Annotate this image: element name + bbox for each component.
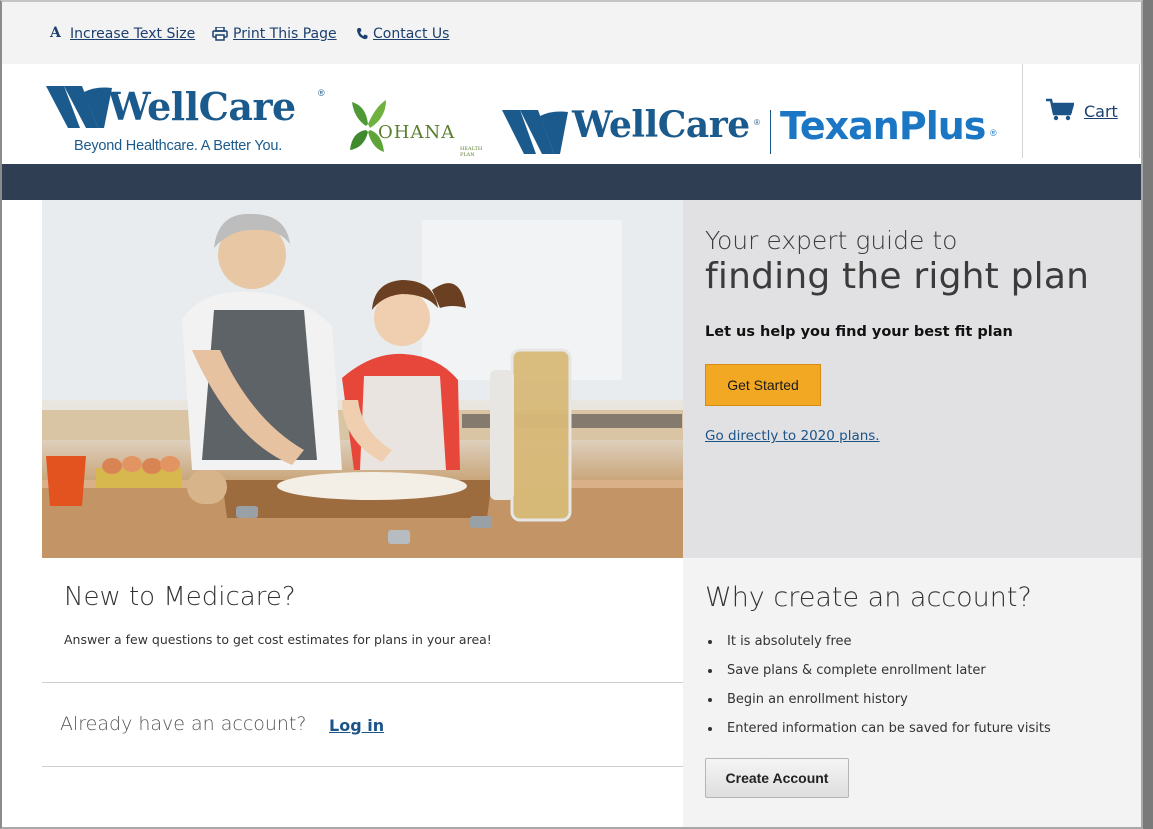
go-to-2020-plans-link[interactable]: Go directly to 2020 plans. [705,428,880,444]
get-started-button[interactable]: Get Started [705,364,821,406]
hero-image [42,200,683,558]
texanplus-logo[interactable]: WellCare ® TexanPlus ® [502,104,1012,164]
wellcare-wordmark: WellCare [108,84,296,129]
header-divider [1139,64,1140,158]
new-to-medicare-description: Answer a few questions to get cost estim… [64,632,492,647]
header: WellCare ® Beyond Healthcare. A Better Y… [2,64,1141,164]
ohana-subtitle: HEALTH PLAN [460,146,483,158]
text-size-icon: A [50,25,61,41]
bullet-icon [708,727,712,731]
wellcare-tagline: Beyond Healthcare. A Better You. [74,138,283,154]
registered-mark: ® [318,88,325,98]
bullet-icon [708,669,712,673]
wellcare-swoosh-icon [502,110,568,154]
header-divider [1022,64,1023,158]
bullet-icon [708,698,712,702]
utility-bar: A Increase Text Size Print This Page Con… [2,2,1141,66]
hero-guide-heading: Your expert guide to [705,226,958,255]
wellcare-swoosh-icon [46,86,112,128]
nav-bar [2,164,1141,200]
list-item: Save plans & complete enrollment later [705,661,1051,690]
texanplus-wellcare-wordmark: WellCare [572,104,750,146]
registered-mark: ® [754,118,760,127]
hero-subheading: Let us help you find your best fit plan [705,324,1013,340]
wellcare-logo[interactable]: WellCare ® Beyond Healthcare. A Better Y… [46,84,326,160]
list-item: Begin an enrollment history [705,690,1051,719]
increase-text-size-link[interactable]: Increase Text Size [70,26,195,42]
texanplus-wordmark: TexanPlus [780,104,986,148]
why-create-account-heading: Why create an account? [705,582,1032,613]
log-in-link[interactable]: Log in [329,716,384,735]
divider [42,766,683,767]
benefits-list: It is absolutely free Save plans & compl… [705,632,1051,748]
bullet-icon [708,640,712,644]
phone-icon [356,27,368,44]
contact-us-link[interactable]: Contact Us [373,26,449,42]
list-item: It is absolutely free [705,632,1051,661]
cart-icon[interactable] [1046,98,1074,122]
hero-panel: Your expert guide to finding the right p… [683,200,1141,558]
hero-main-heading: finding the right plan [705,256,1090,297]
new-to-medicare-heading: New to Medicare? [64,582,296,612]
list-item: Entered information can be saved for fut… [705,719,1051,748]
list-item-text: Save plans & complete enrollment later [727,663,986,678]
page: A Increase Text Size Print This Page Con… [0,0,1143,829]
create-account-button[interactable]: Create Account [705,758,849,798]
registered-mark: ® [990,128,997,138]
already-have-account-text: Already have an account? [60,713,307,735]
ohana-wordmark: OHANA [378,122,456,143]
print-page-link[interactable]: Print This Page [233,26,337,42]
list-item-text: Begin an enrollment history [727,692,908,707]
window-shadow [1143,0,1153,829]
logo-divider [770,110,771,154]
list-item-text: Entered information can be saved for fut… [727,721,1051,736]
hero-photo-illustration [42,200,683,558]
list-item-text: It is absolutely free [727,634,852,649]
ohana-logo[interactable]: OHANA HEALTH PLAN [348,96,484,162]
cart-link[interactable]: Cart [1084,102,1118,121]
why-create-account-panel: Why create an account? It is absolutely … [683,558,1141,827]
divider [42,682,683,683]
printer-icon [212,26,228,45]
